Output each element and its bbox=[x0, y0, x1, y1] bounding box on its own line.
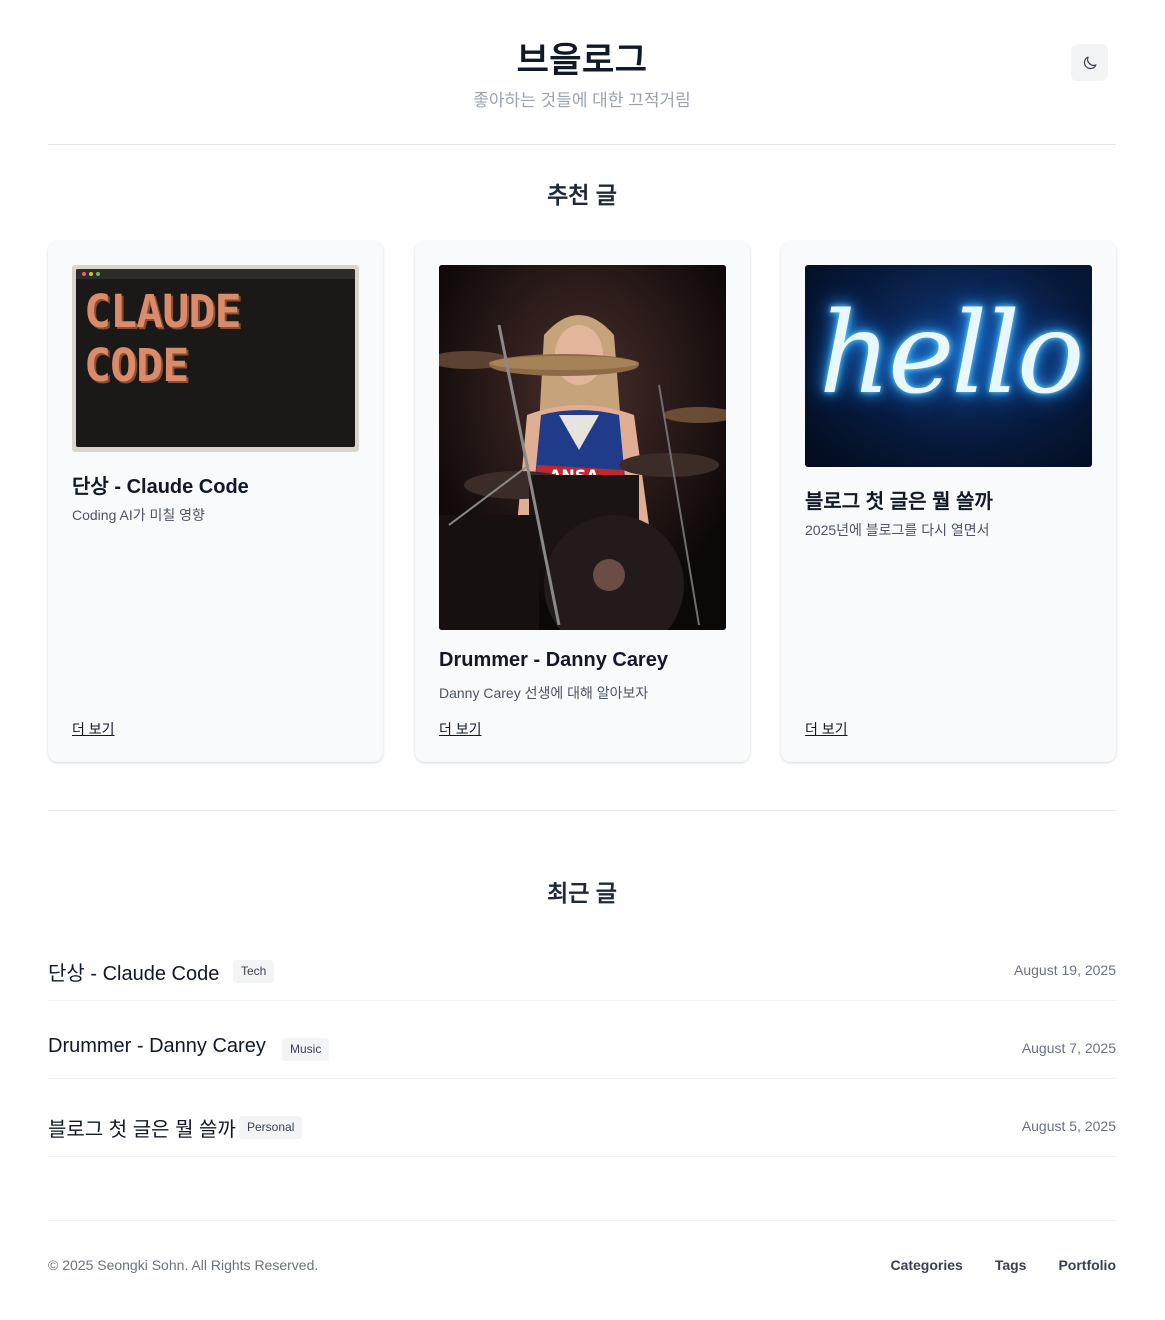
post-row[interactable]: 블로그 첫 글은 뭘 쓸까 Personal August 5, 2025 bbox=[48, 1079, 1116, 1157]
post-date: August 7, 2025 bbox=[1021, 1040, 1116, 1056]
footer-nav: Categories Tags Portfolio bbox=[890, 1257, 1116, 1273]
site-subtitle: 좋아하는 것들에 대한 끄적거림 bbox=[473, 91, 691, 110]
section-divider bbox=[48, 810, 1116, 811]
site-title[interactable]: 브을로그 bbox=[48, 32, 1116, 83]
copyright-text: © 2025 Seongki Sohn. All Rights Reserved… bbox=[48, 1257, 319, 1273]
site-footer: © 2025 Seongki Sohn. All Rights Reserved… bbox=[48, 1220, 1116, 1300]
card-more-link[interactable]: 더 보기 bbox=[805, 719, 848, 739]
card-description: Coding AI가 미칠 영향 bbox=[72, 507, 205, 523]
claude-code-logo-line-2: CODE bbox=[84, 339, 189, 392]
featured-cards: CLAUDE CODE 단상 - Claude Code Coding AI가 … bbox=[48, 241, 1116, 762]
card-description: Danny Carey 선생에 대해 알아보자 bbox=[439, 685, 649, 701]
card-image-drummer[interactable]: ANSA bbox=[439, 265, 726, 630]
card-title[interactable]: Drummer - Danny Carey bbox=[439, 649, 730, 672]
card-title[interactable]: 블로그 첫 글은 뭘 쓸까 bbox=[805, 485, 1096, 514]
post-title[interactable]: Drummer - Danny Carey bbox=[48, 1035, 266, 1058]
card-more-link[interactable]: 더 보기 bbox=[72, 719, 115, 739]
featured-card[interactable]: ANSA Drummer - Danny Carey Da bbox=[415, 241, 750, 762]
featured-card[interactable]: CLAUDE CODE 단상 - Claude Code Coding AI가 … bbox=[48, 241, 383, 762]
footer-link-portfolio[interactable]: Portfolio bbox=[1058, 1257, 1116, 1273]
card-more-link[interactable]: 더 보기 bbox=[439, 719, 482, 739]
post-row[interactable]: 단상 - Claude Code Tech August 19, 2025 bbox=[48, 923, 1116, 1001]
hello-neon-sign: hello bbox=[819, 289, 1084, 419]
theme-toggle-button[interactable] bbox=[1071, 44, 1108, 81]
site-header: 브을로그 좋아하는 것들에 대한 끄적거림 bbox=[48, 0, 1116, 145]
featured-heading: 추천 글 bbox=[547, 182, 617, 208]
page-container: 브을로그 좋아하는 것들에 대한 끄적거림 추천 글 CLAUDE CODE 단… bbox=[48, 0, 1116, 1273]
card-image-hello-neon[interactable]: hello bbox=[805, 265, 1092, 467]
card-title[interactable]: 단상 - Claude Code bbox=[72, 470, 363, 499]
post-title[interactable]: 단상 - Claude Code bbox=[48, 957, 219, 986]
post-date: August 19, 2025 bbox=[1014, 962, 1116, 978]
footer-link-categories[interactable]: Categories bbox=[890, 1257, 962, 1273]
claude-code-logo-line-1: CLAUDE bbox=[84, 285, 242, 338]
post-tag[interactable]: Personal bbox=[239, 1116, 303, 1139]
post-tag[interactable]: Tech bbox=[233, 960, 275, 983]
post-date: August 5, 2025 bbox=[1021, 1118, 1116, 1134]
card-description: 2025년에 블로그를 다시 열면서 bbox=[805, 522, 990, 538]
recent-heading: 최근 글 bbox=[547, 880, 617, 906]
footer-link-tags[interactable]: Tags bbox=[995, 1257, 1027, 1273]
card-image-claude-code[interactable]: CLAUDE CODE bbox=[72, 265, 359, 452]
featured-card[interactable]: hello 블로그 첫 글은 뭘 쓸까 2025년에 블로그를 다시 열면서 더… bbox=[781, 241, 1116, 762]
drummer-photo: ANSA bbox=[439, 265, 726, 630]
moon-icon bbox=[1083, 55, 1097, 69]
post-tag[interactable]: Music bbox=[282, 1038, 330, 1061]
post-title[interactable]: 블로그 첫 글은 뭘 쓸까 bbox=[48, 1113, 236, 1142]
post-row[interactable]: Drummer - Danny Carey Music August 7, 20… bbox=[48, 1001, 1116, 1079]
